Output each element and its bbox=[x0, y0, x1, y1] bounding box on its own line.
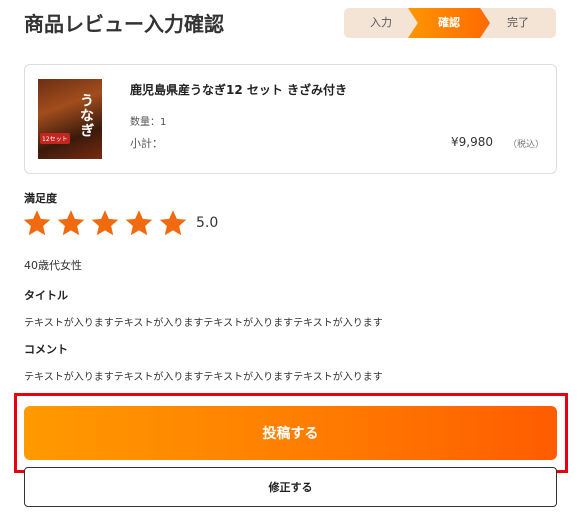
product-image-kanji: うなぎ bbox=[78, 93, 94, 138]
review-comment-text: テキストが入りますテキストが入りますテキストが入りますテキストが入ります bbox=[24, 372, 383, 383]
review-title-text: テキストが入りますテキストが入りますテキストが入りますテキストが入ります bbox=[24, 318, 383, 329]
submit-review-button[interactable]: 投稿する bbox=[24, 406, 557, 460]
star-icon bbox=[22, 208, 52, 238]
step-confirm-active: 確認 bbox=[408, 8, 490, 38]
subtotal-label: 小計： bbox=[130, 137, 163, 150]
title-label: タイトル bbox=[24, 289, 68, 302]
star-icon bbox=[124, 208, 154, 238]
star-icon bbox=[158, 208, 188, 238]
satisfaction-label: 満足度 bbox=[24, 192, 57, 205]
product-image-tag: 12セット bbox=[40, 133, 70, 144]
step-complete: 完了 bbox=[480, 8, 556, 38]
product-card: うなぎ 12セット 鹿児島県産うなぎ12 セット きざみ付き 数量：1 小計： … bbox=[24, 64, 557, 174]
edit-review-button[interactable]: 修正する bbox=[24, 467, 557, 507]
comment-label: コメント bbox=[24, 343, 68, 356]
tax-note: （税込） bbox=[508, 140, 545, 150]
step-indicator: 入力 完了 確認 bbox=[344, 8, 556, 38]
rating-value: 5.0 bbox=[196, 215, 219, 231]
star-icon bbox=[56, 208, 86, 238]
page-title: 商品レビュー入力確認 bbox=[24, 12, 224, 36]
product-image: うなぎ 12セット bbox=[38, 79, 102, 159]
step-input: 入力 bbox=[344, 8, 418, 38]
reviewer-age-gender: 40歳代女性 bbox=[24, 259, 82, 272]
product-price: ¥9,980 bbox=[451, 135, 493, 149]
star-icon bbox=[90, 208, 120, 238]
product-quantity: 数量：1 bbox=[130, 117, 167, 128]
product-name: 鹿児島県産うなぎ12 セット きざみ付き bbox=[130, 83, 348, 97]
